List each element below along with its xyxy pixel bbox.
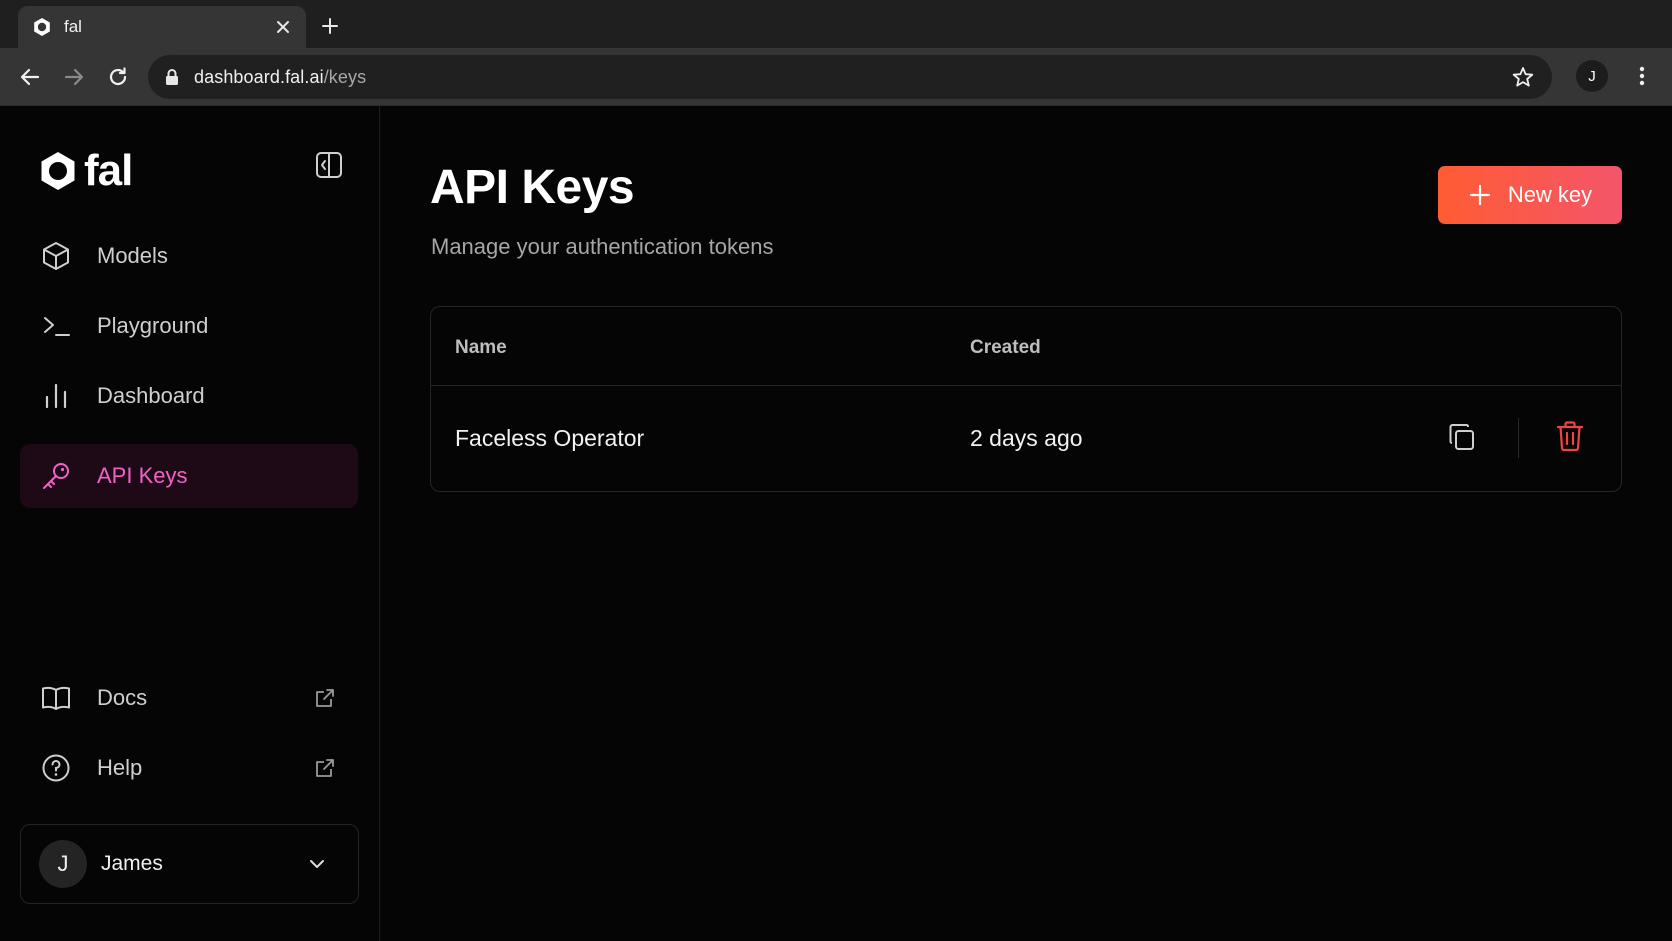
close-tab-icon[interactable]: [274, 18, 292, 36]
api-keys-table: Name Created Faceless Operator 2 days ag…: [430, 306, 1622, 492]
sidebar-item-help[interactable]: Help: [20, 736, 358, 800]
sidebar-item-label: Models: [97, 243, 168, 268]
avatar: J: [39, 840, 87, 888]
book-icon: [40, 682, 72, 714]
url-text: dashboard.fal.ai/keys: [194, 67, 366, 88]
browser-tab[interactable]: fal: [18, 6, 306, 48]
new-tab-icon[interactable]: [318, 14, 342, 38]
copy-icon[interactable]: [1445, 420, 1479, 454]
table-row: Faceless Operator 2 days ago: [431, 386, 1621, 491]
browser-profile-avatar[interactable]: J: [1576, 60, 1608, 92]
user-menu[interactable]: J James: [20, 824, 359, 904]
back-arrow-icon[interactable]: [16, 63, 44, 91]
trash-icon[interactable]: [1553, 418, 1587, 454]
new-key-button[interactable]: New key: [1438, 166, 1622, 224]
action-divider: [1518, 418, 1519, 458]
address-bar[interactable]: dashboard.fal.ai/keys: [148, 55, 1552, 99]
logo-text: fal: [84, 146, 133, 195]
table-header: Name Created: [431, 307, 1621, 386]
sidebar: fal Models Playground Dashboard API Keys…: [0, 106, 380, 941]
sidebar-item-playground[interactable]: Playground: [20, 294, 358, 358]
bookmark-star-icon[interactable]: [1512, 66, 1534, 88]
sidebar-item-api-keys[interactable]: API Keys: [20, 444, 358, 508]
page-title: API Keys: [430, 161, 635, 214]
new-key-label: New key: [1507, 182, 1593, 207]
external-link-icon: [314, 757, 336, 779]
sidebar-item-models[interactable]: Models: [20, 224, 358, 288]
fal-logo-icon: [38, 151, 78, 191]
collapse-sidebar-icon[interactable]: [314, 150, 344, 180]
tab-title: fal: [64, 17, 82, 36]
sidebar-item-label: Help: [97, 755, 143, 780]
sidebar-item-dashboard[interactable]: Dashboard: [20, 364, 358, 428]
key-created: 2 days ago: [970, 425, 1083, 451]
browser-tabstrip: fal: [0, 0, 1672, 48]
url-path: /keys: [323, 66, 367, 87]
terminal-icon: [40, 310, 72, 342]
fal-logo[interactable]: fal: [38, 146, 133, 196]
page-subtitle: Manage your authentication tokens: [431, 234, 774, 259]
browser-menu-icon[interactable]: [1630, 62, 1654, 90]
help-circle-icon: [40, 752, 72, 784]
fal-favicon-icon: [32, 17, 52, 37]
sidebar-item-docs[interactable]: Docs: [20, 666, 358, 730]
url-host: dashboard.fal.ai: [194, 66, 324, 87]
key-icon: [40, 460, 72, 492]
chevron-down-icon: [306, 853, 328, 875]
external-link-icon: [314, 687, 336, 709]
sidebar-item-label: Playground: [97, 313, 209, 338]
sidebar-item-label: Docs: [97, 685, 148, 710]
user-name: James: [101, 852, 163, 875]
cube-icon: [40, 240, 72, 272]
sidebar-item-label: Dashboard: [97, 383, 205, 408]
key-name: Faceless Operator: [455, 425, 645, 451]
column-header-name: Name: [455, 337, 507, 358]
forward-arrow-icon[interactable]: [60, 63, 88, 91]
column-header-created: Created: [970, 337, 1041, 358]
reload-icon[interactable]: [104, 63, 132, 91]
main-content: API Keys Manage your authentication toke…: [380, 106, 1672, 941]
bar-chart-icon: [40, 380, 72, 412]
browser-toolbar: dashboard.fal.ai/keys J: [0, 48, 1672, 106]
lock-icon: [164, 68, 180, 86]
plus-icon: [1468, 183, 1492, 207]
sidebar-item-label: API Keys: [97, 463, 188, 488]
